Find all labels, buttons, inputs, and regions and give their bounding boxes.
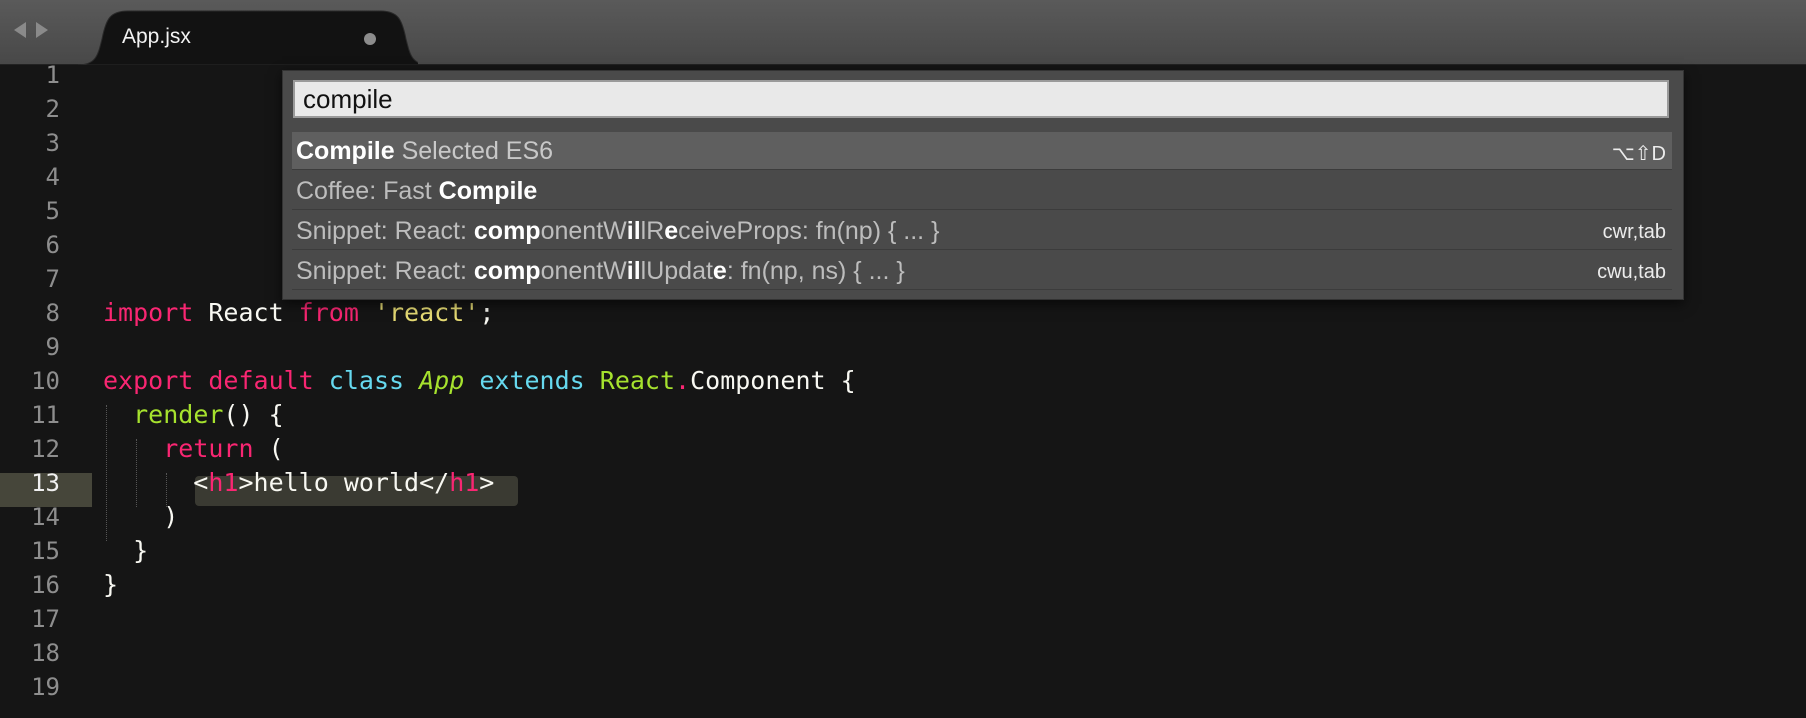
code-line: return (	[103, 432, 284, 466]
code-token: >	[479, 468, 495, 497]
line-number: 3	[45, 129, 60, 157]
palette-item-label: Coffee: Fast Compile	[296, 177, 538, 205]
code-line: render() {	[103, 398, 284, 432]
palette-item-shortcut: cwu,tab	[1597, 261, 1666, 283]
modified-dot-icon[interactable]	[364, 33, 376, 45]
code-token: Component {	[690, 366, 856, 395]
code-line: import React from 'react';	[103, 296, 494, 330]
line-number: 12	[31, 435, 60, 463]
line-number: 6	[45, 231, 60, 259]
line-number: 16	[31, 571, 60, 599]
code-token: default	[208, 366, 314, 395]
line-number: 9	[45, 333, 60, 361]
code-token: ;	[479, 298, 495, 327]
code-token: React	[193, 298, 299, 327]
code-token: .	[675, 366, 691, 395]
palette-item[interactable]: Snippet: React: componentWillReceiveProp…	[292, 212, 1672, 250]
line-number: 8	[45, 299, 60, 327]
code-token: (	[253, 434, 284, 463]
command-palette: Compile Selected ES6 ⌥⇧D Coffee: Fast Co…	[282, 70, 1684, 300]
line-number: 10	[31, 367, 60, 395]
line-number: 18	[31, 639, 60, 667]
palette-item[interactable]: Coffee: Fast Compile	[292, 172, 1672, 210]
palette-item[interactable]: Snippet: React: componentWillUpdate: fn(…	[292, 252, 1672, 290]
tab-title: App.jsx	[122, 25, 191, 48]
code-token: )	[103, 502, 179, 531]
tab-bar: App.jsx	[0, 0, 1806, 65]
palette-item-label: Compile Selected ES6	[296, 137, 554, 165]
line-number: 19	[31, 673, 60, 701]
palette-item-label: Snippet: React: componentWillReceiveProp…	[296, 217, 940, 245]
line-number: 2	[45, 95, 60, 123]
code-token: <	[103, 468, 209, 497]
arrow-left-icon[interactable]	[14, 22, 26, 38]
code-line: <h1>hello world</h1>	[103, 466, 494, 500]
code-token: >hello world</	[238, 468, 450, 497]
code-token: import	[103, 298, 194, 327]
palette-item-shortcut: ⌥⇧D	[1611, 143, 1666, 165]
line-number: 14	[31, 503, 60, 531]
line-number-gutter: 1 2 3 4 5 6 7 8 9 10 11 12 13 14 15 16 17 18 19	[0, 61, 92, 718]
code-token: return	[163, 434, 254, 463]
arrow-right-icon[interactable]	[36, 22, 48, 38]
code-token: h1	[449, 468, 480, 497]
line-number: 13	[31, 469, 60, 497]
code-token: h1	[208, 468, 239, 497]
line-number: 5	[45, 197, 60, 225]
command-palette-input[interactable]	[293, 80, 1669, 118]
tab-navigation	[14, 22, 48, 38]
code-token: }	[103, 536, 149, 565]
code-token: }	[103, 570, 119, 599]
line-number: 11	[31, 401, 60, 429]
code-token: class	[328, 366, 405, 395]
line-number: 15	[31, 537, 60, 565]
code-line: export default class App extends React.C…	[103, 364, 856, 398]
code-line: }	[103, 568, 118, 602]
palette-item[interactable]: Compile Selected ES6 ⌥⇧D	[292, 132, 1672, 170]
tab-app-jsx[interactable]: App.jsx	[78, 9, 418, 65]
line-number: 7	[45, 265, 60, 293]
line-number: 1	[45, 61, 60, 89]
code-token: App	[419, 366, 465, 395]
code-token: () {	[223, 400, 284, 429]
line-number: 17	[31, 605, 60, 633]
code-token: 'react'	[373, 298, 480, 327]
code-token: render	[133, 400, 224, 429]
code-line: )	[103, 500, 178, 534]
code-token: from	[298, 298, 359, 327]
code-token: extends	[479, 366, 585, 395]
code-token: React	[599, 366, 676, 395]
palette-item-shortcut: cwr,tab	[1602, 221, 1666, 243]
code-line: }	[103, 534, 148, 568]
palette-item-label: Snippet: React: componentWillUpdate: fn(…	[296, 257, 905, 285]
code-view[interactable]: import React from 'react'; export default…	[103, 65, 856, 599]
code-token: export	[103, 366, 194, 395]
line-number: 4	[45, 163, 60, 191]
